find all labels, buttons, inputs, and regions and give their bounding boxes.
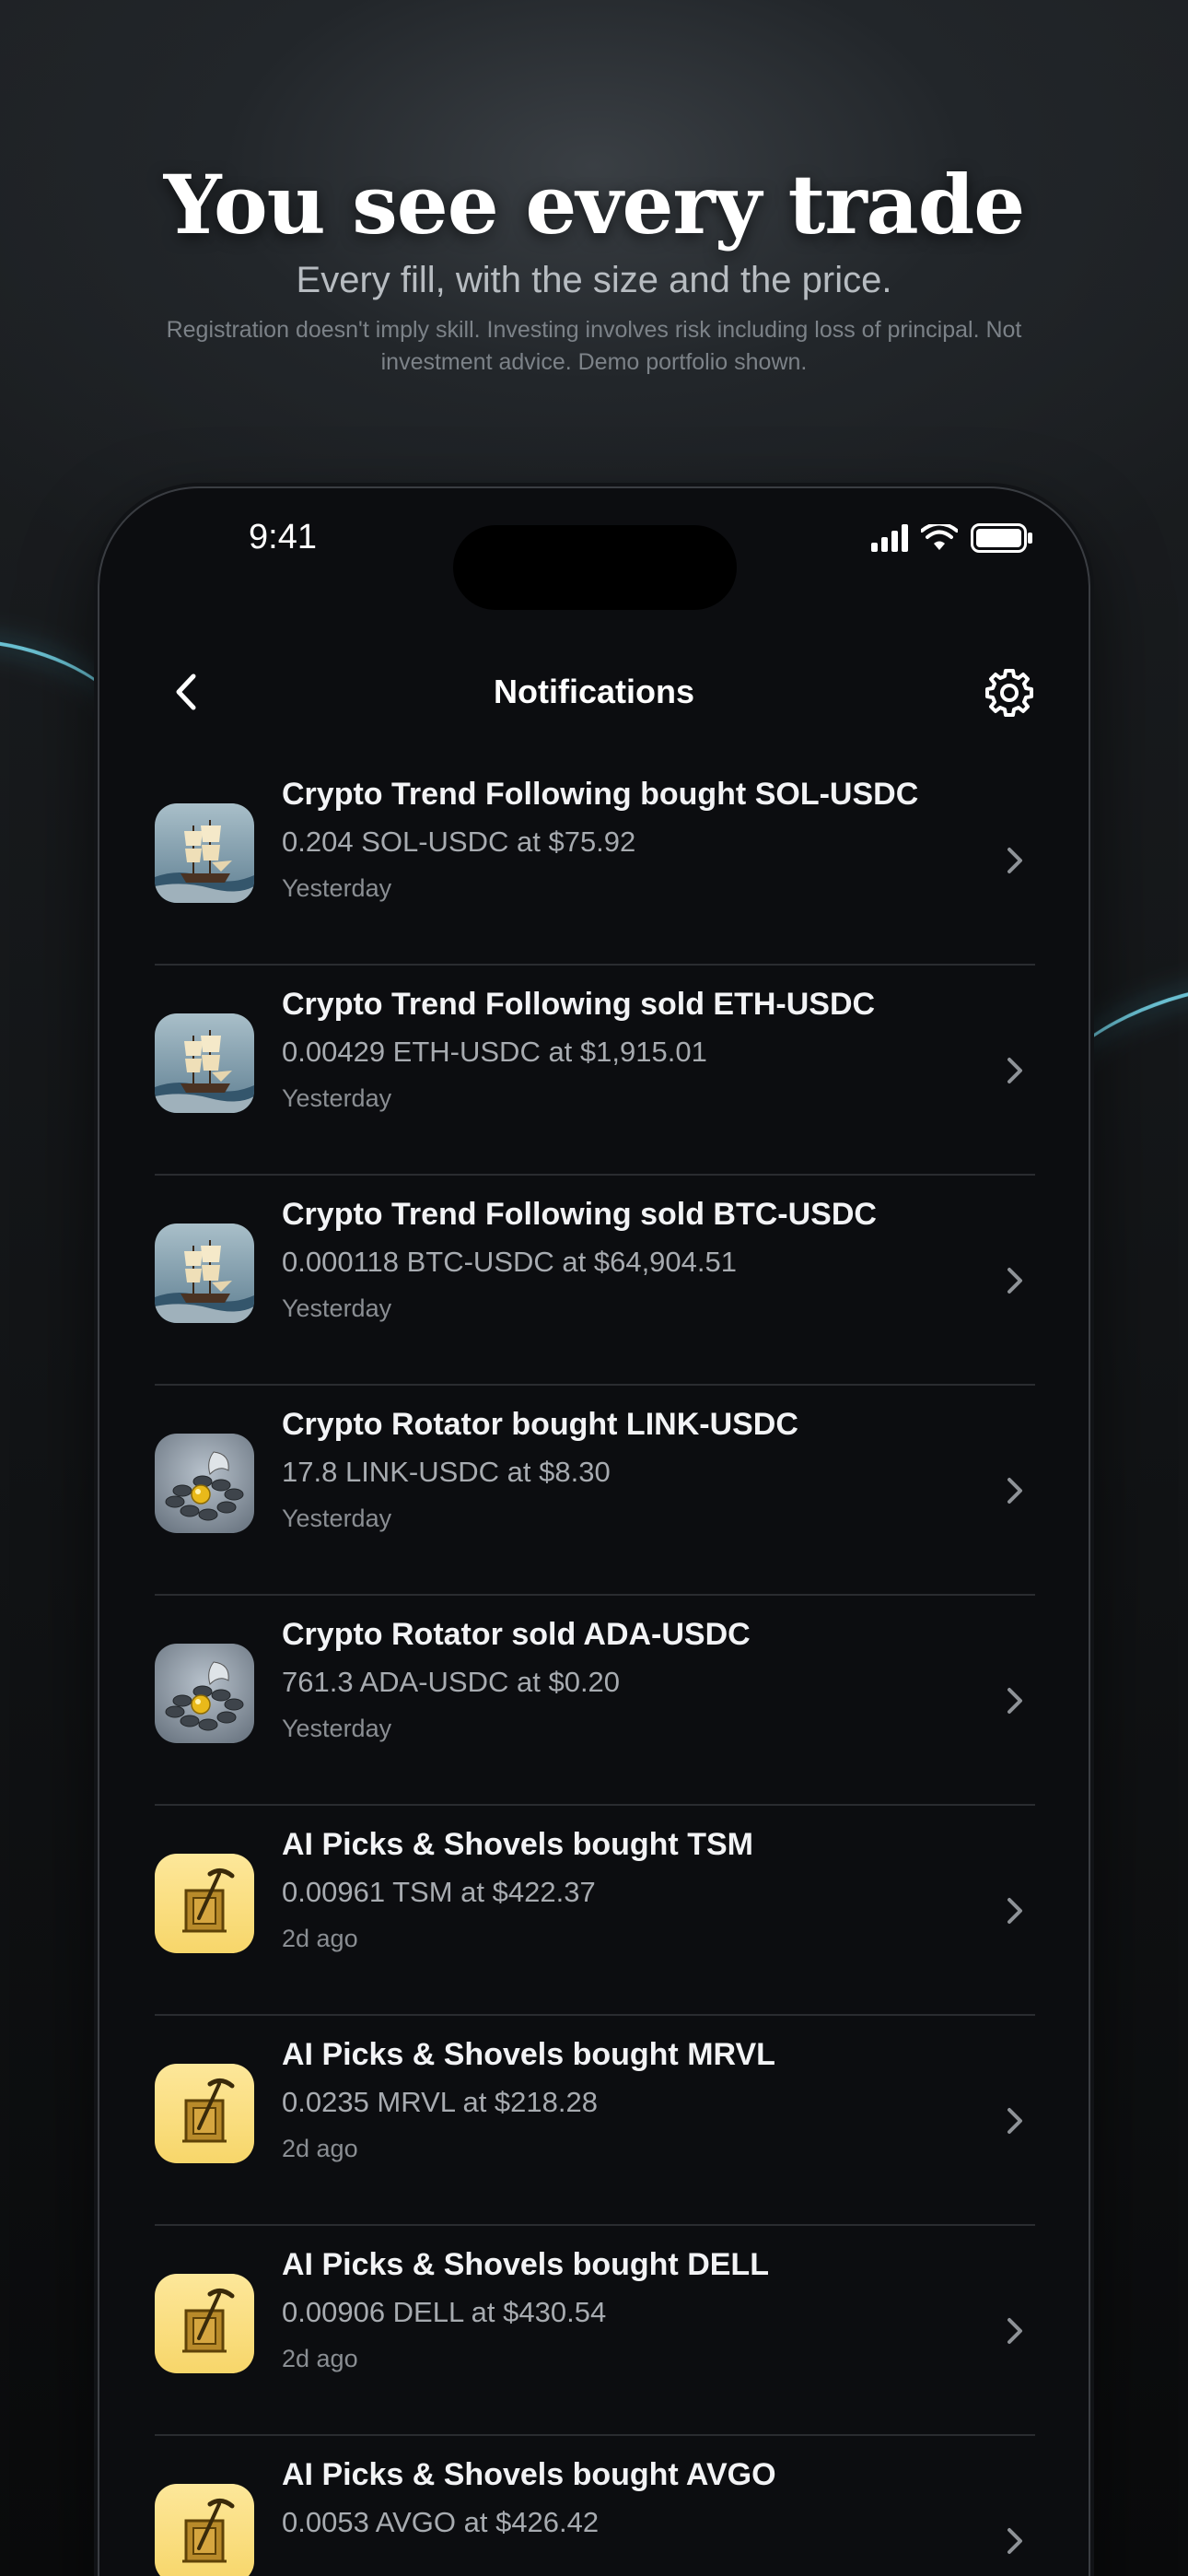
notification-time: Yesterday (282, 874, 392, 902)
hero-subtitle: Every fill, with the size and the price. (296, 260, 892, 300)
notification-detail: 0.000118 BTC-USDC at $64,904.51 (282, 1246, 738, 1278)
hero: You see every trade Every fill, with the… (0, 157, 1188, 379)
notification-title: Crypto Rotator sold ADA-USDC (282, 1617, 751, 1652)
battery-icon (971, 523, 1032, 553)
notification-text: AI Picks & Shovels bought DELL 0.00906 DE… (282, 2242, 982, 2379)
notification-title: Crypto Trend Following sold BTC-USDC (282, 1197, 877, 1232)
gear-icon[interactable] (984, 667, 1035, 719)
notification-title: AI Picks & Shovels bought MRVL (282, 2037, 775, 2072)
notification-detail: 761.3 ADA-USDC at $0.20 (282, 1666, 621, 1698)
notification-time: 2d ago (282, 2135, 358, 2162)
notification-title: Crypto Rotator bought LINK-USDC (282, 1407, 798, 1442)
status-icons (871, 523, 1033, 553)
wifi-icon (921, 524, 958, 550)
notification-detail: 0.00961 TSM at $422.37 (282, 1876, 596, 1908)
chevron-right-icon (1007, 1898, 1022, 1924)
notification-title: AI Picks & Shovels bought TSM (282, 1827, 753, 1862)
notification-text: Crypto Trend Following bought SOL-USDC 0.… (282, 772, 982, 908)
notification-time: Yesterday (282, 1505, 392, 1532)
strategy-avatar-icon (155, 2484, 254, 2576)
chevron-right-icon (1007, 848, 1022, 873)
notification-detail: 0.0053 AVGO at $426.42 (282, 2506, 600, 2538)
notification-text: Crypto Rotator sold ADA-USDC 761.3 ADA-US… (282, 1612, 982, 1749)
strategy-avatar-icon (155, 2064, 254, 2163)
chevron-right-icon (1007, 2528, 1022, 2554)
notification-row[interactable]: AI Picks & Shovels bought MRVL 0.0235 MRV… (155, 2016, 1035, 2226)
notification-title: AI Picks & Shovels bought DELL (282, 2247, 769, 2282)
strategy-avatar-icon (155, 2274, 254, 2373)
notification-time: Yesterday (282, 1294, 392, 1322)
notification-row[interactable]: AI Picks & Shovels bought DELL 0.00906 DE… (155, 2226, 1035, 2436)
notification-title: Crypto Trend Following bought SOL-USDC (282, 777, 919, 812)
notification-row[interactable]: Crypto Rotator sold ADA-USDC 761.3 ADA-US… (155, 1596, 1035, 1806)
notification-detail: 0.00429 ETH-USDC at $1,915.01 (282, 1036, 707, 1068)
chevron-right-icon (1007, 2108, 1022, 2134)
strategy-avatar-icon (155, 1434, 254, 1533)
notification-title: Crypto Trend Following sold ETH-USDC (282, 987, 876, 1022)
notification-row[interactable]: Crypto Trend Following bought SOL-USDC 0.… (155, 755, 1035, 966)
phone-frame: 9:41 Notifications Crypto Trend Followin… (98, 486, 1090, 2576)
notification-title: AI Picks & Shovels bought AVGO (282, 2457, 776, 2492)
notification-row[interactable]: Crypto Trend Following sold BTC-USDC 0.00… (155, 1176, 1035, 1386)
notification-text: Crypto Rotator bought LINK-USDC 17.8 LINK… (282, 1402, 982, 1539)
strategy-avatar-icon (155, 1854, 254, 1953)
hero-disclaimer: Registration doesn't imply skill. Invest… (166, 317, 1022, 375)
cellular-signal-icon (871, 524, 908, 552)
notification-detail: 0.0235 MRVL at $218.28 (282, 2086, 598, 2118)
notification-list: Crypto Trend Following bought SOL-USDC 0.… (155, 755, 1035, 2576)
notification-row[interactable]: AI Picks & Shovels bought TSM 0.00961 TSM… (155, 1806, 1035, 2016)
chevron-right-icon (1007, 2318, 1022, 2344)
notification-time: 2d ago (282, 2345, 358, 2372)
notification-row[interactable]: Crypto Rotator bought LINK-USDC 17.8 LINK… (155, 1386, 1035, 1596)
notification-detail: 0.204 SOL-USDC at $75.92 (282, 825, 636, 858)
chevron-right-icon (1007, 1268, 1022, 1294)
strategy-avatar-icon (155, 1013, 254, 1113)
strategy-avatar-icon (155, 1224, 254, 1323)
nav-bar: Notifications (99, 656, 1089, 730)
notification-time: Yesterday (282, 1715, 392, 1742)
hero-title: You see every trade (163, 157, 1025, 252)
notification-detail: 17.8 LINK-USDC at $8.30 (282, 1456, 611, 1488)
dynamic-island (453, 525, 737, 610)
chevron-right-icon (1007, 1688, 1022, 1714)
notification-row[interactable]: AI Picks & Shovels bought AVGO 0.0053 AVG… (155, 2436, 1035, 2576)
page-title: Notifications (493, 673, 694, 710)
chevron-right-icon (1007, 1058, 1022, 1083)
notification-text: AI Picks & Shovels bought TSM 0.00961 TSM… (282, 1822, 982, 1959)
notification-text: AI Picks & Shovels bought MRVL 0.0235 MRV… (282, 2032, 982, 2169)
strategy-avatar-icon (155, 1644, 254, 1743)
notification-detail: 0.00906 DELL at $430.54 (282, 2296, 607, 2328)
notification-row[interactable]: Crypto Trend Following sold ETH-USDC 0.00… (155, 966, 1035, 1176)
notification-time: 2d ago (282, 1925, 358, 1952)
notification-text: Crypto Trend Following sold BTC-USDC 0.00… (282, 1192, 982, 1329)
status-time: 9:41 (249, 518, 317, 556)
notification-text: AI Picks & Shovels bought AVGO 0.0053 AVG… (282, 2453, 982, 2548)
notification-text: Crypto Trend Following sold ETH-USDC 0.00… (282, 982, 982, 1118)
chevron-right-icon (1007, 1478, 1022, 1504)
notification-time: Yesterday (282, 1084, 392, 1112)
strategy-avatar-icon (155, 803, 254, 903)
